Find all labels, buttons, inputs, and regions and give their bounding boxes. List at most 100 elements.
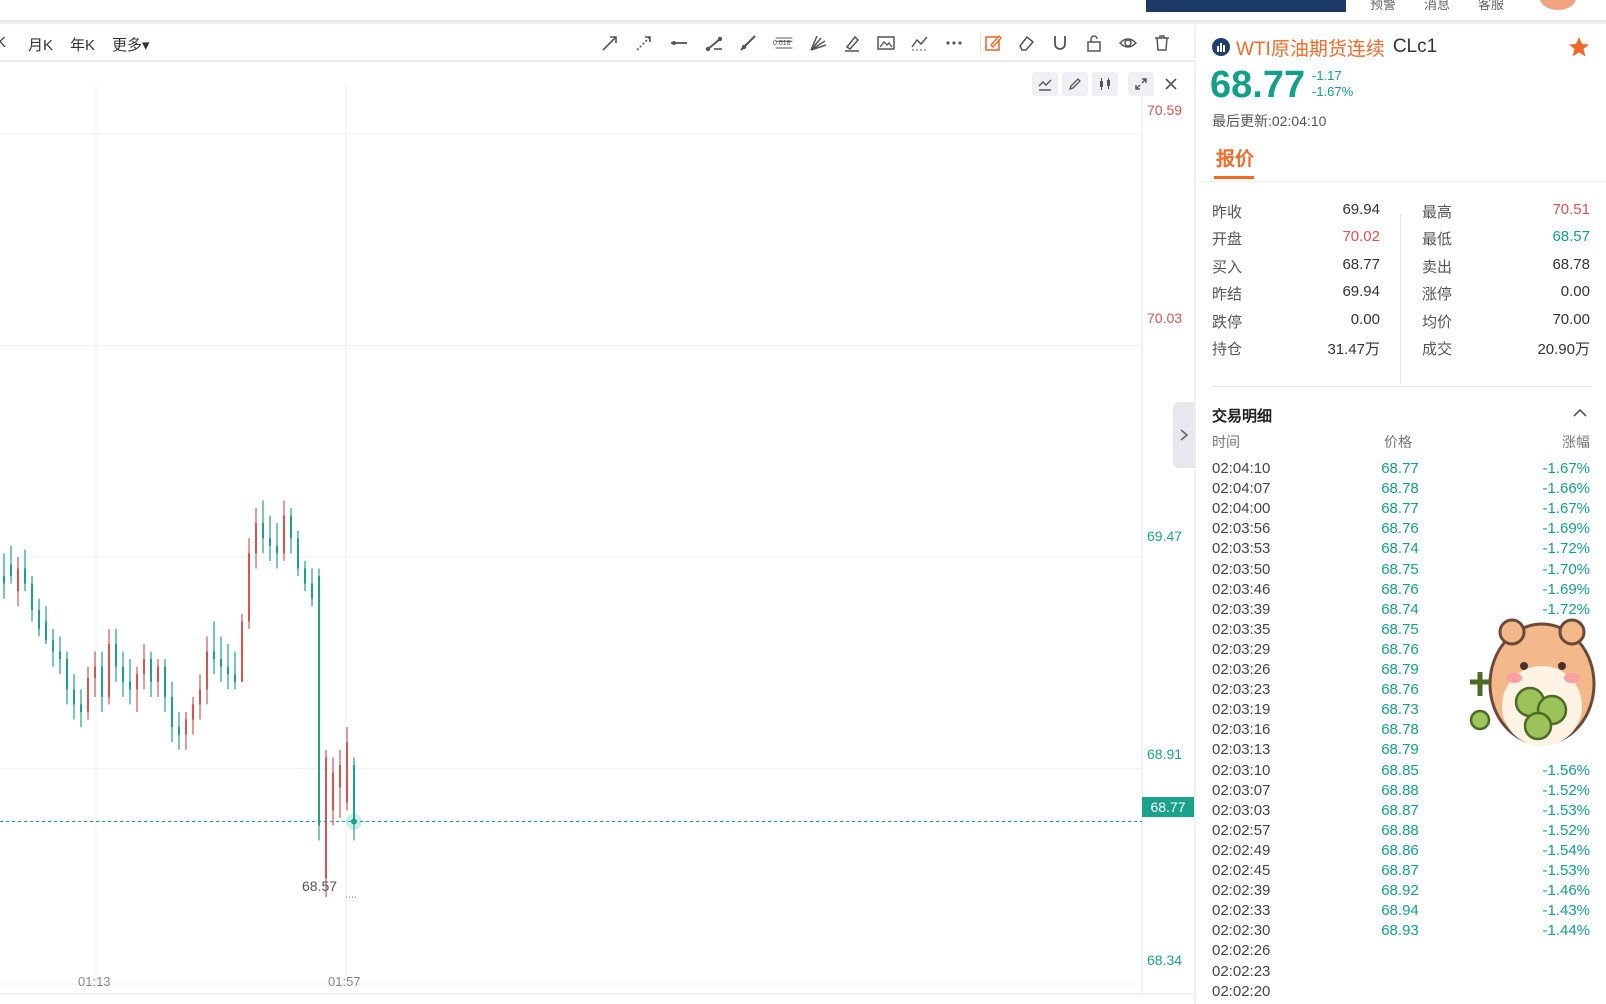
hamster-sticker-image [1469, 618, 1596, 746]
more-tools-icon[interactable] [942, 32, 966, 54]
indicator-icon[interactable] [1032, 72, 1058, 96]
trade-change: -1.54% [1542, 841, 1590, 859]
fibonacci-tool-icon[interactable]: 0.618 [770, 32, 798, 54]
candle-body [276, 545, 278, 554]
price-axis-label: 68.34 [1147, 952, 1183, 968]
trash-tool-icon[interactable] [1150, 32, 1174, 54]
quote-value-left: 68.77 [1342, 255, 1380, 273]
fan-tool-icon[interactable] [806, 32, 830, 54]
quote-label-left: 昨结 [1212, 286, 1243, 304]
tab-quote[interactable]: 报价 [1216, 144, 1254, 171]
brush-tool-icon[interactable] [840, 32, 864, 54]
trade-change: -1.67% [1542, 500, 1590, 518]
trade-time: 02:03:53 [1212, 540, 1271, 558]
trade-price: 68.88 [1381, 821, 1419, 839]
candle-body [129, 681, 131, 690]
candle-body [206, 651, 208, 690]
change-pct: -1.67% [1312, 84, 1354, 99]
last-price-marker [351, 818, 357, 825]
trade-time: 02:04:10 [1212, 460, 1271, 477]
trade-price: 68.78 [1381, 721, 1419, 739]
trade-price: 68.76 [1381, 640, 1419, 658]
chart-logo-icon [1212, 38, 1230, 56]
candle-body [311, 583, 313, 599]
trade-change: -1.70% [1542, 560, 1590, 578]
quote-label-right: 成交 [1422, 341, 1453, 358]
image-tool-icon[interactable] [874, 32, 898, 54]
trade-price: 68.77 [1381, 500, 1419, 518]
trade-time: 02:02:26 [1212, 942, 1271, 960]
candle-body [87, 678, 89, 712]
quote-value-left: 31.47万 [1327, 341, 1380, 358]
magnet-tool-icon[interactable] [1048, 32, 1072, 54]
candle-body [290, 515, 292, 539]
candle-body [283, 515, 285, 554]
trade-time: 02:02:30 [1212, 922, 1271, 940]
period-yearly[interactable]: 年K [70, 34, 95, 55]
period-more[interactable]: 更多▾ [112, 34, 150, 55]
candle-body [318, 576, 320, 826]
messages-link[interactable]: 消息 [1424, 0, 1450, 13]
lock-tool-icon[interactable] [1082, 32, 1106, 54]
trade-price: 68.75 [1381, 620, 1419, 638]
time-axis-label: 01:57 [328, 974, 361, 989]
trade-change: -1.67% [1542, 460, 1590, 477]
candle-body [199, 689, 201, 705]
trade-time: 02:03:39 [1212, 600, 1271, 618]
trade-time: 02:03:23 [1212, 681, 1271, 699]
quote-label-right: 均价 [1422, 313, 1453, 331]
arrow-tool-icon[interactable] [598, 32, 622, 54]
candle-body [227, 666, 229, 675]
chevron-up-icon[interactable] [1572, 406, 1588, 420]
eye-tool-icon[interactable] [1116, 32, 1140, 54]
fullscreen-icon[interactable] [1128, 72, 1154, 96]
quote-value-right: 68.78 [1552, 255, 1590, 273]
trade-price: 68.76 [1381, 520, 1419, 538]
candle-body [353, 764, 355, 822]
trade-time: 02:02:45 [1212, 862, 1271, 879]
collapse-panel-button[interactable] [1173, 402, 1195, 468]
symbol-name[interactable]: WTI原油期货连续 [1236, 34, 1385, 61]
quote-label-right: 最高 [1422, 204, 1453, 221]
line-tool-icon[interactable] [667, 32, 691, 54]
candle-body [24, 568, 26, 584]
trade-price: 68.78 [1381, 480, 1419, 498]
period-monthly[interactable]: 月K [28, 34, 53, 55]
last-updated: 最后更新:02:04:10 [1212, 113, 1327, 129]
eraser-tool-icon[interactable] [1014, 32, 1038, 54]
top-banner[interactable] [1146, 0, 1346, 12]
segment-tool-icon[interactable] [702, 32, 726, 54]
dashed-arrow-tool-icon[interactable] [632, 32, 656, 54]
support-link[interactable]: 客服 [1478, 0, 1504, 13]
candle-style-icon[interactable] [1092, 72, 1118, 96]
quote-value-right: 20.90万 [1537, 341, 1590, 358]
alert-link[interactable]: 预警 [1370, 0, 1396, 13]
candle-body [171, 696, 173, 728]
trade-price: 68.93 [1381, 922, 1419, 940]
trade-time: 02:03:03 [1212, 801, 1271, 819]
quote-panel: WTI原油期货连续 CLc1 68.77 -1.17 -1.67% 最后更新:0… [1196, 24, 1606, 1004]
chevron-right-icon [1180, 429, 1189, 441]
trade-time: 02:04:07 [1212, 480, 1271, 498]
trade-price: 68.74 [1381, 540, 1419, 558]
trade-change: -1.72% [1542, 540, 1590, 558]
quote-label-left: 跌停 [1212, 313, 1243, 331]
trade-time: 02:03:26 [1212, 661, 1271, 678]
period-k[interactable]: K [0, 34, 6, 51]
candle-body [101, 666, 103, 697]
pencil-icon[interactable] [1062, 72, 1088, 96]
candle-body [52, 640, 54, 652]
price-axis-label: 68.91 [1147, 746, 1183, 762]
close-icon[interactable] [1158, 72, 1184, 96]
trade-price: 68.92 [1381, 882, 1419, 900]
chart-area[interactable]: K 月K 年K 更多▾ 0.618 70.59 70.03 69.47 68.9… [0, 24, 1194, 1004]
quote-label-left: 开盘 [1212, 231, 1243, 249]
favorite-star-icon[interactable] [1568, 36, 1590, 58]
edit-tool-icon[interactable] [980, 32, 1004, 54]
price-axis-label: 70.03 [1147, 310, 1183, 326]
avatar[interactable] [1540, 0, 1576, 10]
ray-tool-icon[interactable] [736, 32, 760, 54]
trend-tool-icon[interactable] [908, 32, 932, 54]
candle-body [31, 583, 33, 610]
candlestick-chart[interactable] [0, 24, 1194, 1004]
